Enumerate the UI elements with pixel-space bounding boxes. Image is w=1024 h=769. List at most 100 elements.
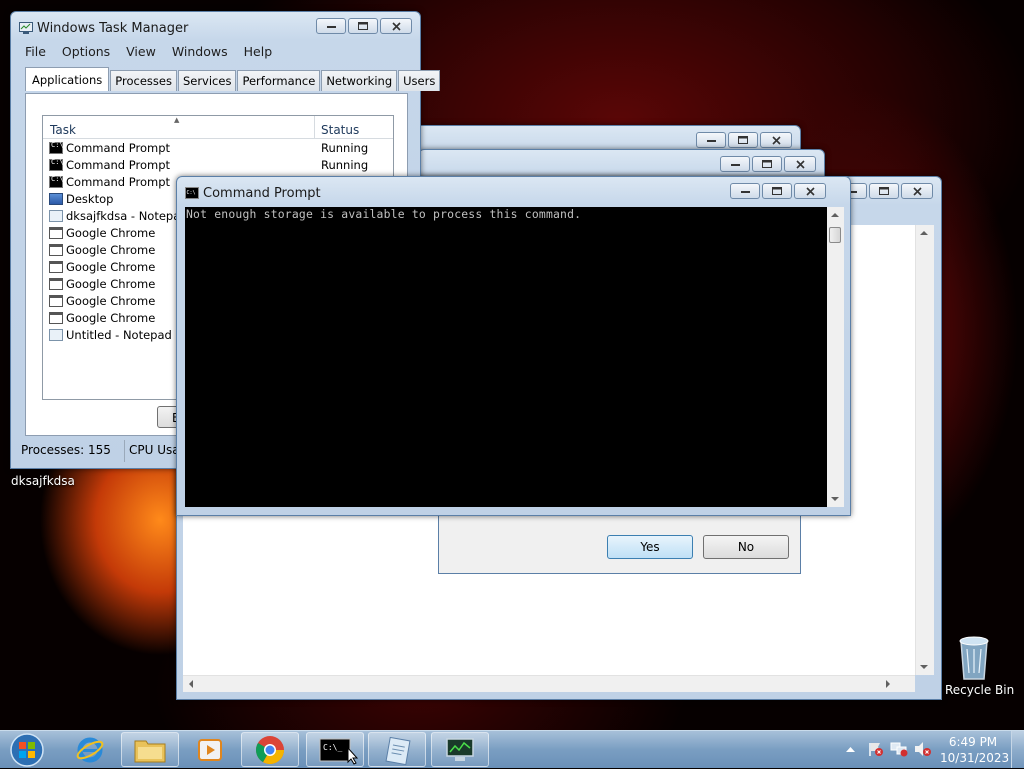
task-name: Google Chrome	[66, 293, 156, 308]
maximize-icon	[738, 136, 748, 144]
task-name: dksajfkdsa - Notepad	[66, 208, 188, 223]
table-row[interactable]: Command Prompt Running	[43, 156, 393, 173]
chrome-window-icon	[49, 294, 63, 307]
close-button[interactable]	[760, 132, 792, 148]
notepad-icon	[49, 328, 63, 341]
scroll-left-icon[interactable]	[189, 680, 194, 688]
windows-start-icon	[10, 732, 44, 767]
scroll-right-icon[interactable]	[886, 680, 891, 688]
close-icon	[912, 186, 922, 196]
chrome-icon	[256, 735, 284, 764]
menu-file[interactable]: File	[17, 42, 54, 61]
window-controls	[316, 18, 412, 34]
chrome-window-icon	[49, 243, 63, 256]
scroll-down-icon[interactable]	[831, 497, 839, 501]
close-button[interactable]	[901, 183, 933, 199]
chrome-window-icon	[49, 311, 63, 324]
desktop-file-label[interactable]: dksajfkdsa	[11, 474, 75, 488]
task-name: Command Prompt	[66, 140, 171, 155]
maximize-button[interactable]	[348, 18, 378, 34]
taskbar-notepad[interactable]	[368, 732, 426, 767]
menu-options[interactable]: Options	[54, 42, 118, 61]
recycle-bin-label[interactable]: Recycle Bin	[945, 683, 1014, 697]
start-button[interactable]	[0, 732, 54, 767]
minimize-icon	[740, 190, 750, 193]
taskbar-media-player[interactable]	[181, 732, 239, 767]
no-button[interactable]: No	[703, 535, 789, 559]
maximize-icon	[879, 187, 889, 195]
cmd-icon	[49, 141, 64, 154]
svg-text:C:\: C:\	[187, 190, 196, 196]
close-button[interactable]	[784, 156, 816, 172]
taskbar-task-manager[interactable]	[431, 732, 489, 767]
tab-users[interactable]: Users	[398, 70, 441, 91]
minimize-button[interactable]	[720, 156, 750, 172]
task-manager-icon	[19, 22, 33, 34]
task-status: Running	[321, 157, 369, 172]
media-player-icon	[198, 738, 222, 761]
column-header-status[interactable]: Status	[315, 116, 359, 138]
taskbar-command-prompt[interactable]: C:\_	[306, 732, 364, 767]
yes-button[interactable]: Yes	[607, 535, 693, 559]
maximize-button[interactable]	[762, 183, 792, 199]
task-manager-icon	[446, 737, 474, 761]
tab-performance[interactable]: Performance	[237, 70, 321, 91]
command-prompt-window[interactable]: C:\ Command Prompt Not enough storage is…	[176, 176, 851, 516]
confirm-dialog: Yes No	[438, 512, 801, 574]
tab-services[interactable]: Services	[177, 70, 237, 91]
minimize-button[interactable]	[730, 183, 760, 199]
window-controls	[696, 132, 792, 148]
minimize-icon	[730, 163, 740, 166]
menu-view[interactable]: View	[118, 42, 164, 61]
taskbar-internet-explorer[interactable]	[61, 732, 119, 767]
maximize-button[interactable]	[728, 132, 758, 148]
minimize-icon	[326, 25, 336, 28]
volume-muted-icon[interactable]	[914, 741, 932, 757]
recycle-bin-icon[interactable]	[955, 633, 993, 681]
console-scrollbar[interactable]	[827, 207, 844, 507]
task-name: Desktop	[66, 191, 114, 206]
minimize-button[interactable]	[696, 132, 726, 148]
close-icon	[795, 159, 805, 169]
scroll-down-icon[interactable]	[920, 665, 928, 669]
folder-icon	[134, 740, 166, 762]
taskbar-google-chrome[interactable]	[241, 732, 299, 767]
window-title: Windows Task Manager	[37, 21, 189, 36]
taskbar-file-explorer[interactable]	[121, 732, 179, 767]
chrome-window-icon	[49, 260, 63, 273]
minimize-icon	[706, 139, 716, 142]
network-icon[interactable]	[890, 741, 908, 757]
maximize-button[interactable]	[752, 156, 782, 172]
maximize-button[interactable]	[869, 183, 899, 199]
taskbar: C:\_ 6:49 PM 10/31/2023	[0, 730, 1024, 768]
clock-date: 10/31/2023	[940, 751, 1010, 765]
scroll-thumb[interactable]	[829, 227, 841, 243]
task-name: Command Prompt	[66, 157, 171, 172]
menu-help[interactable]: Help	[236, 42, 281, 61]
desktop-icon	[49, 192, 63, 205]
vertical-scrollbar[interactable]	[915, 225, 934, 675]
tab-processes[interactable]: Processes	[110, 70, 177, 91]
close-button[interactable]	[380, 18, 412, 34]
window-controls	[720, 156, 816, 172]
console-output-area[interactable]: Not enough storage is available to proce…	[185, 207, 827, 507]
notepad-icon	[49, 209, 63, 222]
maximize-icon	[772, 187, 782, 195]
tab-applications[interactable]: Applications	[25, 67, 110, 91]
table-row[interactable]: Command Prompt Running	[43, 139, 393, 156]
clock[interactable]: 6:49 PM 10/31/2023	[940, 734, 1010, 766]
show-desktop-button[interactable]	[1011, 731, 1024, 768]
action-center-flag-icon[interactable]	[868, 741, 884, 757]
cmd-icon	[49, 158, 64, 171]
scroll-up-icon[interactable]	[920, 231, 928, 235]
close-icon	[771, 135, 781, 145]
horizontal-scrollbar[interactable]	[183, 675, 915, 692]
menu-windows[interactable]: Windows	[164, 42, 236, 61]
tab-networking[interactable]: Networking	[321, 70, 398, 91]
system-tray: 6:49 PM 10/31/2023	[834, 731, 1024, 769]
close-button[interactable]	[794, 183, 826, 199]
minimize-button[interactable]	[316, 18, 346, 34]
task-name: Google Chrome	[66, 242, 156, 257]
scroll-up-icon[interactable]	[831, 213, 839, 217]
show-hidden-icons-chevron-icon[interactable]	[846, 746, 855, 752]
